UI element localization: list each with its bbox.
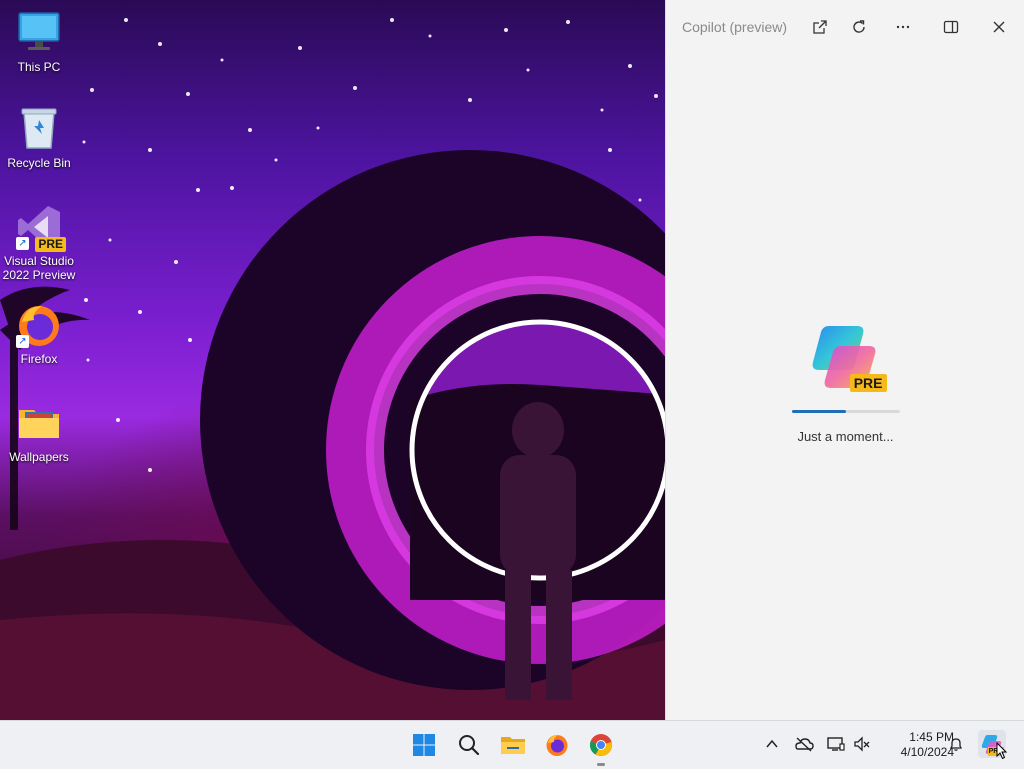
desktop-icon-visual-studio-preview[interactable]: PRE ↗ Visual Studio 2022 Preview — [0, 204, 78, 282]
open-external-icon — [813, 20, 827, 34]
file-explorer-icon — [501, 737, 525, 754]
start-button[interactable] — [408, 729, 440, 761]
search-button[interactable] — [453, 729, 485, 761]
clock-date: 4/10/2024 — [900, 745, 954, 759]
chevron-up-icon — [766, 739, 778, 748]
loading-status-text: Just a moment... — [797, 429, 894, 444]
onedrive-offline-icon — [795, 737, 814, 752]
mouse-cursor-icon — [996, 742, 1008, 760]
progress-fill — [791, 410, 846, 413]
recycle-bin-icon — [16, 106, 62, 152]
more-icon — [896, 25, 910, 29]
onedrive-button[interactable] — [794, 734, 814, 754]
shortcut-arrow-icon: ↗ — [16, 335, 29, 348]
chrome-icon — [589, 734, 612, 756]
desktop-icon-firefox[interactable]: ↗ Firefox — [0, 302, 78, 366]
desktop-icon-label: Recycle Bin — [7, 156, 71, 170]
display-button[interactable] — [826, 734, 846, 754]
copilot-panel: Copilot (preview) PRE Just a moment... — [665, 0, 1024, 720]
close-button[interactable] — [985, 14, 1013, 40]
chrome-taskbar-button[interactable] — [585, 729, 617, 761]
desktop-wallpaper — [0, 0, 665, 720]
pre-badge: PRE — [849, 374, 887, 392]
notification-bell-icon — [949, 738, 963, 751]
windows-start-icon — [413, 734, 435, 756]
visual-studio-icon: PRE ↗ — [16, 204, 66, 252]
computer-icon — [16, 10, 62, 56]
desktop-icon-this-pc[interactable]: This PC — [0, 10, 78, 74]
pre-badge: PRE — [35, 237, 66, 252]
dock-panel-icon — [943, 20, 959, 34]
copilot-title: Copilot (preview) — [682, 19, 788, 35]
desktop-icon-wallpapers[interactable]: Wallpapers — [0, 400, 78, 464]
display-icon — [827, 737, 845, 751]
close-icon — [993, 21, 1005, 33]
network-icon — [854, 736, 870, 752]
copilot-header: Copilot (preview) — [666, 0, 1024, 52]
copilot-taskbar-button[interactable]: PRE — [978, 730, 1008, 760]
notifications-button[interactable] — [946, 734, 966, 754]
dock-panel-button[interactable] — [937, 14, 965, 40]
file-explorer-button[interactable] — [497, 729, 529, 761]
show-hidden-icons-button[interactable] — [762, 734, 782, 754]
open-external-button[interactable] — [806, 14, 834, 40]
more-options-button[interactable] — [889, 14, 917, 40]
wallpaper-artwork — [0, 18, 665, 720]
refresh-button[interactable] — [845, 14, 873, 40]
firefox-icon — [546, 735, 568, 756]
copilot-loading: PRE Just a moment... — [666, 320, 1024, 444]
copilot-logo-icon: PRE — [807, 320, 887, 396]
firefox-icon: ↗ — [16, 302, 62, 348]
desktop-icon-recycle-bin[interactable]: Recycle Bin — [0, 106, 78, 170]
desktop-icon-label: This PC — [17, 60, 61, 74]
desktop-icon-label: Wallpapers — [9, 450, 69, 464]
network-volume-button[interactable] — [852, 734, 872, 754]
refresh-icon — [853, 20, 865, 33]
loading-progress-bar — [791, 410, 900, 413]
chrome-running-indicator — [597, 763, 605, 766]
clock-time: 1:45 PM — [909, 730, 954, 744]
desktop-icon-label: Visual Studio 2022 Preview — [2, 254, 76, 282]
shortcut-arrow-icon: ↗ — [16, 237, 29, 250]
folder-icon — [16, 400, 62, 446]
firefox-taskbar-button[interactable] — [541, 729, 573, 761]
search-icon — [459, 735, 480, 756]
taskbar: 1:45 PM 4/10/2024 PRE — [0, 720, 1024, 769]
clock[interactable]: 1:45 PM 4/10/2024 — [872, 730, 954, 760]
desktop-icon-label: Firefox — [20, 352, 58, 366]
